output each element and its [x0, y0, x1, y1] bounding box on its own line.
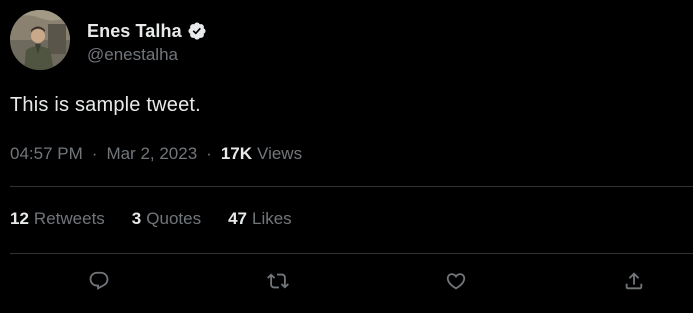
share-button[interactable] — [621, 268, 647, 294]
retweets-label: Retweets — [33, 209, 105, 228]
divider — [10, 186, 693, 187]
author-names: Enes Talha @enestalha — [87, 10, 207, 65]
like-button[interactable] — [443, 268, 469, 294]
name-row: Enes Talha — [87, 20, 207, 42]
reply-button[interactable] — [86, 268, 112, 294]
author-handle[interactable]: @enestalha — [87, 45, 207, 65]
tweet-time[interactable]: 04:57 PM — [10, 144, 83, 164]
likes-label: Likes — [252, 209, 292, 228]
meta-separator: · — [206, 144, 212, 163]
tweet-card: Enes Talha @enestalha This is sample twe… — [0, 0, 693, 313]
quotes-count: 3 — [131, 209, 142, 228]
views-count: 17K — [220, 144, 253, 163]
profile-photo — [10, 10, 70, 70]
likes-stat[interactable]: 47 Likes — [228, 209, 292, 229]
tweet-stats: 12 Retweets 3 Quotes 47 Likes — [10, 209, 292, 229]
tweet-text: This is sample tweet. — [10, 94, 201, 116]
likes-count: 47 — [228, 209, 247, 228]
meta-separator: · — [91, 144, 98, 163]
action-bar — [0, 268, 693, 294]
heart-icon — [446, 273, 466, 290]
share-icon — [625, 272, 643, 290]
quotes-label: Quotes — [146, 209, 202, 228]
tweet-date[interactable]: Mar 2, 2023 — [106, 144, 197, 164]
tweet-meta: 04:57 PM · Mar 2, 2023 · 17K Views — [10, 144, 302, 164]
views-label: Views — [257, 144, 303, 163]
divider — [10, 253, 693, 254]
reply-icon — [89, 271, 109, 290]
tweet-header: Enes Talha @enestalha — [10, 10, 207, 70]
retweet-button[interactable] — [265, 268, 291, 294]
retweets-count: 12 — [10, 209, 29, 228]
quotes-stat[interactable]: 3 Quotes — [132, 209, 201, 229]
display-name[interactable]: Enes Talha — [87, 21, 182, 42]
avatar[interactable] — [10, 10, 70, 70]
verified-badge-icon — [187, 21, 207, 41]
retweets-stat[interactable]: 12 Retweets — [10, 209, 105, 229]
retweet-icon — [267, 273, 289, 289]
